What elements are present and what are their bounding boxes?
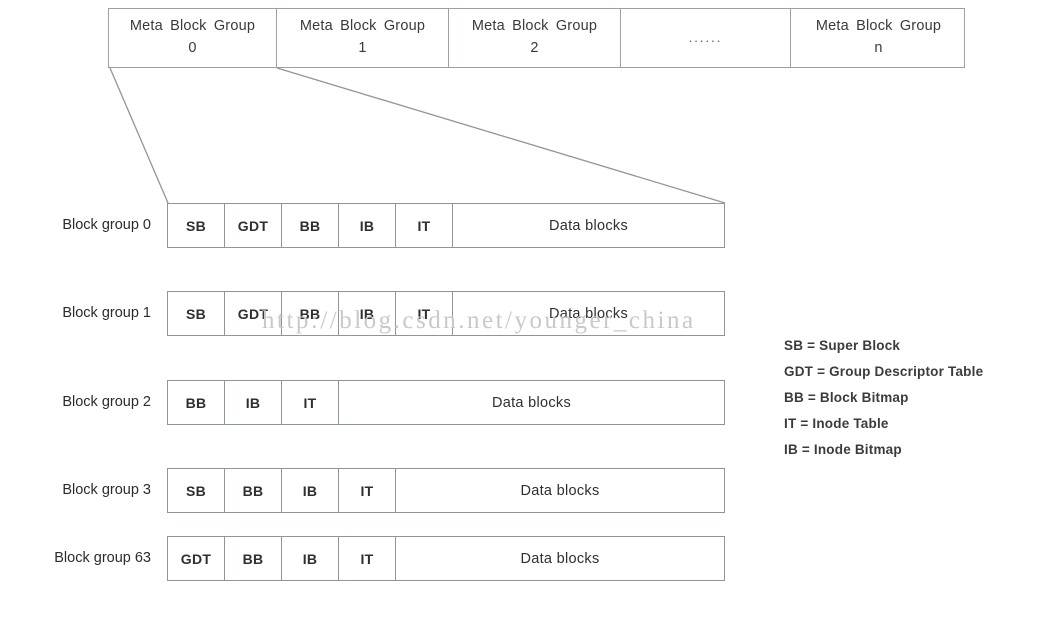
block-group-row: Block group 1 SB GDT BB IB IT Data block… <box>62 291 725 336</box>
legend-item-it: IT = Inode Table <box>784 416 983 431</box>
block-group-track: SB BB IB IT Data blocks <box>167 468 725 513</box>
meta-block-group-cell: Meta Block Group n <box>791 9 966 67</box>
legend-item-bb: BB = Block Bitmap <box>784 390 983 405</box>
block-cell-bb: BB <box>225 469 282 512</box>
connector-line-left <box>109 67 169 204</box>
meta-block-group-title: Meta Block Group <box>815 18 942 35</box>
ellipsis-label: ...... <box>688 30 723 46</box>
block-group-track: SB GDT BB IB IT Data blocks <box>167 291 725 336</box>
block-cell-bb: BB <box>282 204 339 247</box>
legend-equals: = <box>800 416 813 431</box>
block-cell-data-blocks: Data blocks <box>520 550 600 567</box>
meta-block-group-title: Meta Block Group <box>129 18 256 35</box>
meta-block-group-title: Meta Block Group <box>299 18 426 35</box>
legend-value: Group Descriptor Table <box>829 364 984 379</box>
legend-equals: = <box>801 442 814 457</box>
block-cell-bb: BB <box>168 381 225 424</box>
meta-block-group-cell: Meta Block Group 0 <box>109 9 277 67</box>
legend-key: GDT <box>784 364 814 379</box>
meta-block-group-cell: Meta Block Group 2 <box>449 9 621 67</box>
block-cell-data-blocks: Data blocks <box>548 217 629 234</box>
block-group-row: Block group 3 SB BB IB IT Data blocks <box>62 468 725 513</box>
legend-value: Super Block <box>819 338 901 353</box>
block-group-label: Block group 1 <box>62 305 151 321</box>
meta-block-group-strip: Meta Block Group 0 Meta Block Group 1 Me… <box>108 8 965 68</box>
abbreviation-legend: SB = Super Block GDT = Group Descriptor … <box>784 338 983 468</box>
block-group-row: Block group 63 GDT BB IB IT Data blocks <box>54 536 725 581</box>
block-group-label: Block group 2 <box>62 394 151 410</box>
block-cell-ib: IB <box>225 381 282 424</box>
block-cell-sb: SB <box>168 469 225 512</box>
block-cell-ib: IB <box>339 292 396 335</box>
legend-key: BB <box>784 390 804 405</box>
block-group-row: Block group 0 SB GDT BB IB IT Data block… <box>62 203 725 248</box>
block-cell-gdt: GDT <box>225 292 282 335</box>
block-cell-sb: SB <box>168 204 225 247</box>
block-cell-data-blocks: Data blocks <box>548 305 629 322</box>
block-cell-sb: SB <box>168 292 225 335</box>
block-cell-bb: BB <box>225 537 282 580</box>
legend-value: Inode Table <box>812 416 889 431</box>
legend-equals: = <box>807 390 820 405</box>
block-group-label: Block group 3 <box>62 482 151 498</box>
meta-block-group-cell: Meta Block Group 1 <box>277 9 449 67</box>
diagram-canvas: Meta Block Group 0 Meta Block Group 1 Me… <box>0 0 1046 618</box>
meta-block-group-number: 2 <box>530 40 539 56</box>
legend-key: IT <box>784 416 797 431</box>
block-cell-bb: BB <box>282 292 339 335</box>
meta-block-group-number: 1 <box>358 40 367 56</box>
block-cell-it: IT <box>339 537 396 580</box>
block-cell-gdt: GDT <box>168 537 225 580</box>
legend-item-gdt: GDT = Group Descriptor Table <box>784 364 983 379</box>
legend-key: IB <box>784 442 798 457</box>
block-group-row: Block group 2 BB IB IT Data blocks <box>62 380 725 425</box>
block-cell-gdt: GDT <box>225 204 282 247</box>
block-cell-ib: IB <box>339 204 396 247</box>
legend-item-sb: SB = Super Block <box>784 338 983 353</box>
legend-key: SB <box>784 338 804 353</box>
meta-block-group-number: n <box>874 40 883 56</box>
meta-block-group-title: Meta Block Group <box>471 18 598 35</box>
block-group-label: Block group 63 <box>54 550 151 566</box>
block-group-track: BB IB IT Data blocks <box>167 380 725 425</box>
block-cell-it: IT <box>339 469 396 512</box>
block-group-label: Block group 0 <box>62 217 151 233</box>
legend-equals: = <box>817 364 830 379</box>
legend-value: Inode Bitmap <box>813 442 902 457</box>
block-cell-ib: IB <box>282 469 339 512</box>
legend-value: Block Bitmap <box>819 390 909 405</box>
meta-block-group-number: 0 <box>188 40 197 56</box>
block-cell-data-blocks: Data blocks <box>491 394 572 411</box>
block-cell-it: IT <box>396 204 453 247</box>
block-cell-ib: IB <box>282 537 339 580</box>
block-cell-it: IT <box>282 381 339 424</box>
block-cell-data-blocks: Data blocks <box>520 482 600 499</box>
legend-item-ib: IB = Inode Bitmap <box>784 442 983 457</box>
block-group-track: GDT BB IB IT Data blocks <box>167 536 725 581</box>
meta-block-group-ellipsis-cell: ...... <box>621 9 791 67</box>
block-group-track: SB GDT BB IB IT Data blocks <box>167 203 725 248</box>
connector-line-right <box>276 67 726 204</box>
legend-equals: = <box>807 338 820 353</box>
block-cell-it: IT <box>396 292 453 335</box>
